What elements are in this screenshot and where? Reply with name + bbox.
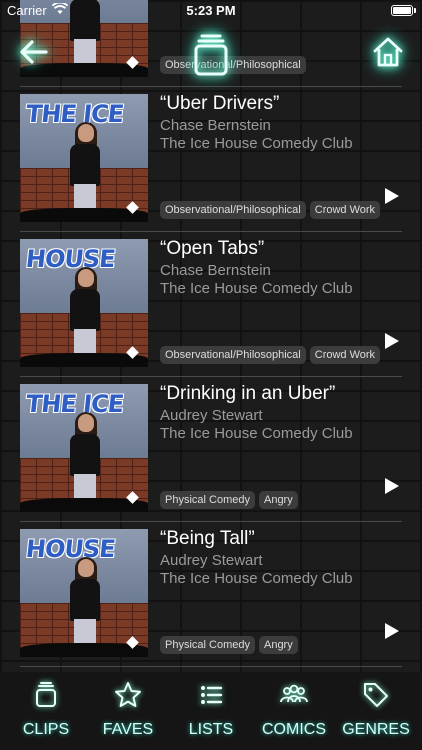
clip-thumbnail[interactable]: HOUSE — [20, 529, 148, 657]
play-icon[interactable] — [384, 622, 400, 640]
clip-title: “Uber Drivers” — [160, 93, 280, 114]
genre-tags: Physical Comedy Angry — [160, 636, 298, 654]
clip-row[interactable]: THE ICE “Uber Drivers” Chase Bernstein The … — [20, 87, 402, 232]
status-time: 5:23 PM — [186, 3, 236, 18]
genre-tags: Physical Comedy Angry — [160, 491, 298, 509]
tab-faves[interactable]: FAVES — [86, 680, 170, 739]
clip-comic: Chase Bernstein — [160, 117, 271, 134]
genre-tags: Observational/Philosophical Crowd Work — [160, 201, 381, 219]
clip-row[interactable]: HOUSE “Being Tall” Audrey Stewart The Ice H… — [20, 522, 402, 667]
tab-lists[interactable]: LISTS — [169, 680, 253, 739]
tab-label: CLIPS — [22, 721, 70, 738]
play-icon[interactable] — [384, 187, 400, 205]
play-icon[interactable] — [384, 477, 400, 495]
app-screen: Observational/Philosophical THE ICE “Uber… — [0, 0, 422, 750]
clip-comic: Audrey Stewart — [160, 407, 263, 424]
clips-stack-icon[interactable] — [188, 32, 234, 78]
clip-title: “Being Tall” — [160, 528, 255, 549]
bottom-tab-bar: CLIPS FAVES LISTS COMICS GENRES — [0, 672, 422, 750]
genre-tag[interactable]: Physical Comedy — [160, 636, 255, 654]
tag-icon — [361, 683, 391, 714]
star-icon — [113, 682, 143, 714]
clip-row[interactable]: THE ICE “Drinking in an Uber” Audrey Stewa… — [20, 377, 402, 522]
genre-tag[interactable]: Angry — [258, 491, 298, 509]
top-nav — [0, 22, 422, 82]
clip-thumbnail[interactable]: HOUSE — [20, 239, 148, 367]
battery-icon — [391, 5, 416, 16]
home-icon[interactable] — [372, 36, 404, 68]
status-bar: Carrier 5:23 PM — [0, 0, 422, 22]
play-icon[interactable] — [384, 332, 400, 350]
people-icon — [275, 684, 313, 714]
clip-venue: The Ice House Comedy Club — [160, 135, 353, 152]
clips-icon — [31, 682, 61, 714]
clip-venue: The Ice House Comedy Club — [160, 425, 353, 442]
clip-thumbnail[interactable]: THE ICE — [20, 94, 148, 222]
tab-comics[interactable]: COMICS — [252, 680, 336, 739]
genre-tag[interactable]: Observational/Philosophical — [160, 346, 306, 364]
genre-tag[interactable]: Crowd Work — [309, 346, 381, 364]
tab-clips[interactable]: CLIPS — [4, 680, 88, 739]
clip-venue: The Ice House Comedy Club — [160, 280, 353, 297]
tab-label: GENRES — [342, 721, 410, 738]
tab-label: COMICS — [262, 721, 326, 738]
clip-title: “Open Tabs” — [160, 238, 265, 259]
tab-genres[interactable]: GENRES — [334, 680, 418, 739]
clip-list[interactable]: Observational/Philosophical THE ICE “Uber… — [20, 0, 402, 667]
genre-tag[interactable]: Physical Comedy — [160, 491, 255, 509]
clip-comic: Chase Bernstein — [160, 262, 271, 279]
clip-row[interactable]: HOUSE “Open Tabs” Chase Bernstein The Ice H… — [20, 232, 402, 377]
tab-label: LISTS — [188, 721, 234, 738]
tab-label: FAVES — [102, 721, 154, 738]
clip-thumbnail[interactable]: THE ICE — [20, 384, 148, 512]
genre-tags: Observational/Philosophical Crowd Work — [160, 346, 381, 364]
genre-tag[interactable]: Observational/Philosophical — [160, 201, 306, 219]
genre-tag[interactable]: Angry — [258, 636, 298, 654]
genre-tag[interactable]: Crowd Work — [309, 201, 381, 219]
clip-venue: The Ice House Comedy Club — [160, 570, 353, 587]
clip-comic: Audrey Stewart — [160, 552, 263, 569]
clip-title: “Drinking in an Uber” — [160, 383, 336, 404]
back-arrow-icon[interactable] — [18, 36, 50, 68]
list-icon — [196, 686, 226, 714]
